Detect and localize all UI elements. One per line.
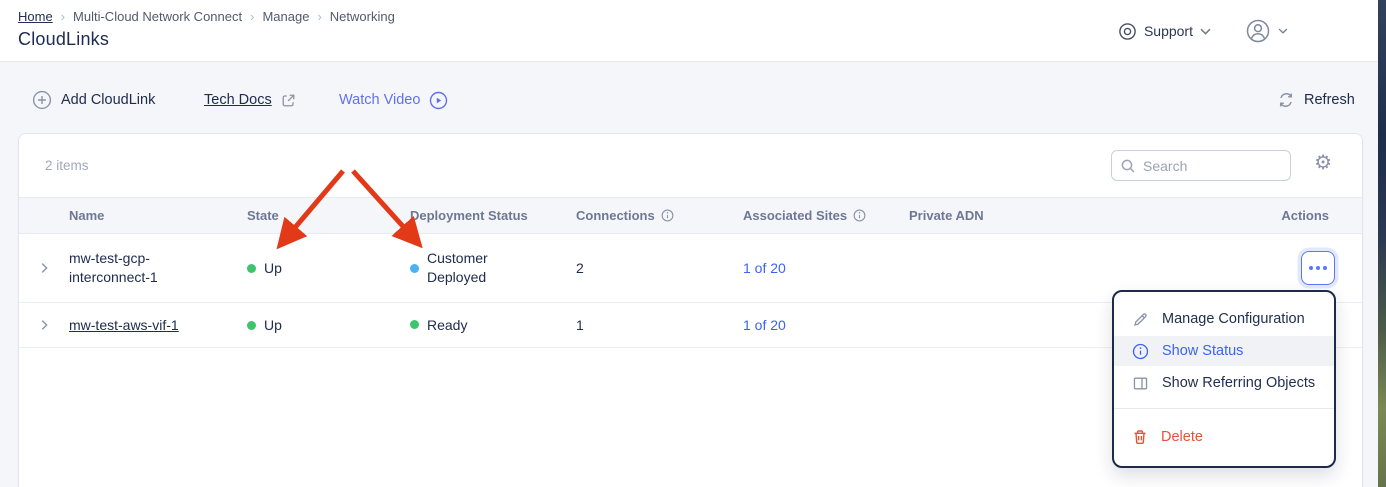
menu-item-label: Manage Configuration [1162,311,1305,327]
menu-item-delete[interactable]: Delete [1114,422,1334,452]
watch-video-link[interactable]: Watch Video [339,78,448,122]
deployment-status-label: Ready [427,316,467,335]
account-menu[interactable] [1245,18,1288,44]
support-label: Support [1144,23,1193,39]
cloudlink-name[interactable]: mw-test-gcp-interconnect-1 [69,249,195,287]
row-expand-chevron-icon[interactable] [19,318,69,332]
add-cloudlink-label: Add CloudLink [61,92,155,108]
deployment-status-cell: Ready [410,316,576,335]
connections-header-label: Connections [576,208,655,223]
plus-circle-icon [32,90,52,110]
search-box[interactable] [1111,150,1291,181]
info-icon[interactable] [661,209,674,222]
state-up-dot [247,321,256,330]
breadcrumb-home-link[interactable]: Home [18,9,53,24]
menu-item-show-referring-objects[interactable]: Show Referring Objects [1114,368,1334,398]
breadcrumb: Home › Multi-Cloud Network Connect › Man… [18,9,395,24]
play-circle-icon [429,91,448,110]
breadcrumb-separator-icon: › [61,9,65,24]
chevron-down-icon [1200,28,1211,35]
toolbar: Add CloudLink Tech Docs Watch Video Refr… [0,78,1378,122]
top-header-band: Home › Multi-Cloud Network Connect › Man… [0,0,1378,62]
connections-count: 1 [576,317,743,333]
refresh-button[interactable]: Refresh [1277,78,1355,122]
chevron-down-icon [1278,28,1288,34]
add-cloudlink-button[interactable]: Add CloudLink [32,78,155,122]
menu-item-label: Delete [1161,429,1203,445]
connections-count: 2 [576,260,743,276]
associated-sites-link[interactable]: 1 of 20 [743,260,909,276]
menu-item-manage-configuration[interactable]: Manage Configuration [1114,304,1334,334]
referring-objects-icon [1132,375,1149,392]
trash-icon [1132,429,1148,445]
row-actions-context-menu: Manage Configuration Show Status Show Re… [1112,290,1336,468]
state-cell: Up [247,317,410,333]
deployment-status-cell: Customer Deployed [410,249,576,287]
avatar-icon [1245,18,1271,44]
search-input[interactable] [1143,158,1282,174]
support-menu[interactable]: Support [1118,22,1211,41]
breadcrumb-item-networking[interactable]: Networking [330,9,395,24]
search-icon [1120,158,1136,174]
deployment-status-label: Customer Deployed [427,249,519,287]
cloudlink-name[interactable]: mw-test-aws-vif-1 [69,316,195,335]
items-count: 2 items [45,158,89,173]
info-icon[interactable] [853,209,866,222]
state-label: Up [264,260,282,276]
column-header-deployment-status[interactable]: Deployment Status [410,208,576,223]
watch-video-label: Watch Video [339,92,420,108]
menu-item-show-status[interactable]: Show Status [1114,336,1334,366]
tech-docs-label: Tech Docs [204,92,272,108]
column-header-private-adn[interactable]: Private ADN [909,208,1151,223]
state-up-dot [247,264,256,273]
pencil-icon [1132,311,1149,328]
info-circle-icon [1132,343,1149,360]
menu-divider [1114,408,1334,409]
deployment-status-dot [410,320,419,329]
desktop-wallpaper-edge [1378,0,1386,487]
row-expand-chevron-icon[interactable] [19,261,69,275]
gear-icon[interactable]: ⚙ [1314,153,1332,173]
external-link-icon [281,93,296,108]
breadcrumb-separator-icon: › [317,9,321,24]
page-title: CloudLinks [18,29,109,50]
column-header-connections[interactable]: Connections [576,208,743,223]
breadcrumb-item-mcnc[interactable]: Multi-Cloud Network Connect [73,9,242,24]
state-cell: Up [247,260,410,276]
refresh-label: Refresh [1304,92,1355,108]
column-header-associated-sites[interactable]: Associated Sites [743,208,909,223]
support-icon [1118,22,1137,41]
associated-sites-link[interactable]: 1 of 20 [743,317,909,333]
associated-sites-header-label: Associated Sites [743,208,847,223]
column-header-state[interactable]: State [247,208,410,223]
column-header-actions: Actions [1151,208,1363,223]
breadcrumb-separator-icon: › [250,9,254,24]
refresh-icon [1277,91,1295,109]
deployment-status-dot [410,264,419,273]
row-actions-ellipsis-button[interactable] [1301,251,1335,285]
menu-item-label: Show Status [1162,343,1243,359]
tech-docs-link[interactable]: Tech Docs [204,78,296,122]
column-header-name[interactable]: Name [69,208,247,223]
breadcrumb-item-manage[interactable]: Manage [262,9,309,24]
table-header-row: Name State Deployment Status Connections… [19,197,1362,234]
menu-item-label: Show Referring Objects [1162,375,1315,391]
state-label: Up [264,317,282,333]
